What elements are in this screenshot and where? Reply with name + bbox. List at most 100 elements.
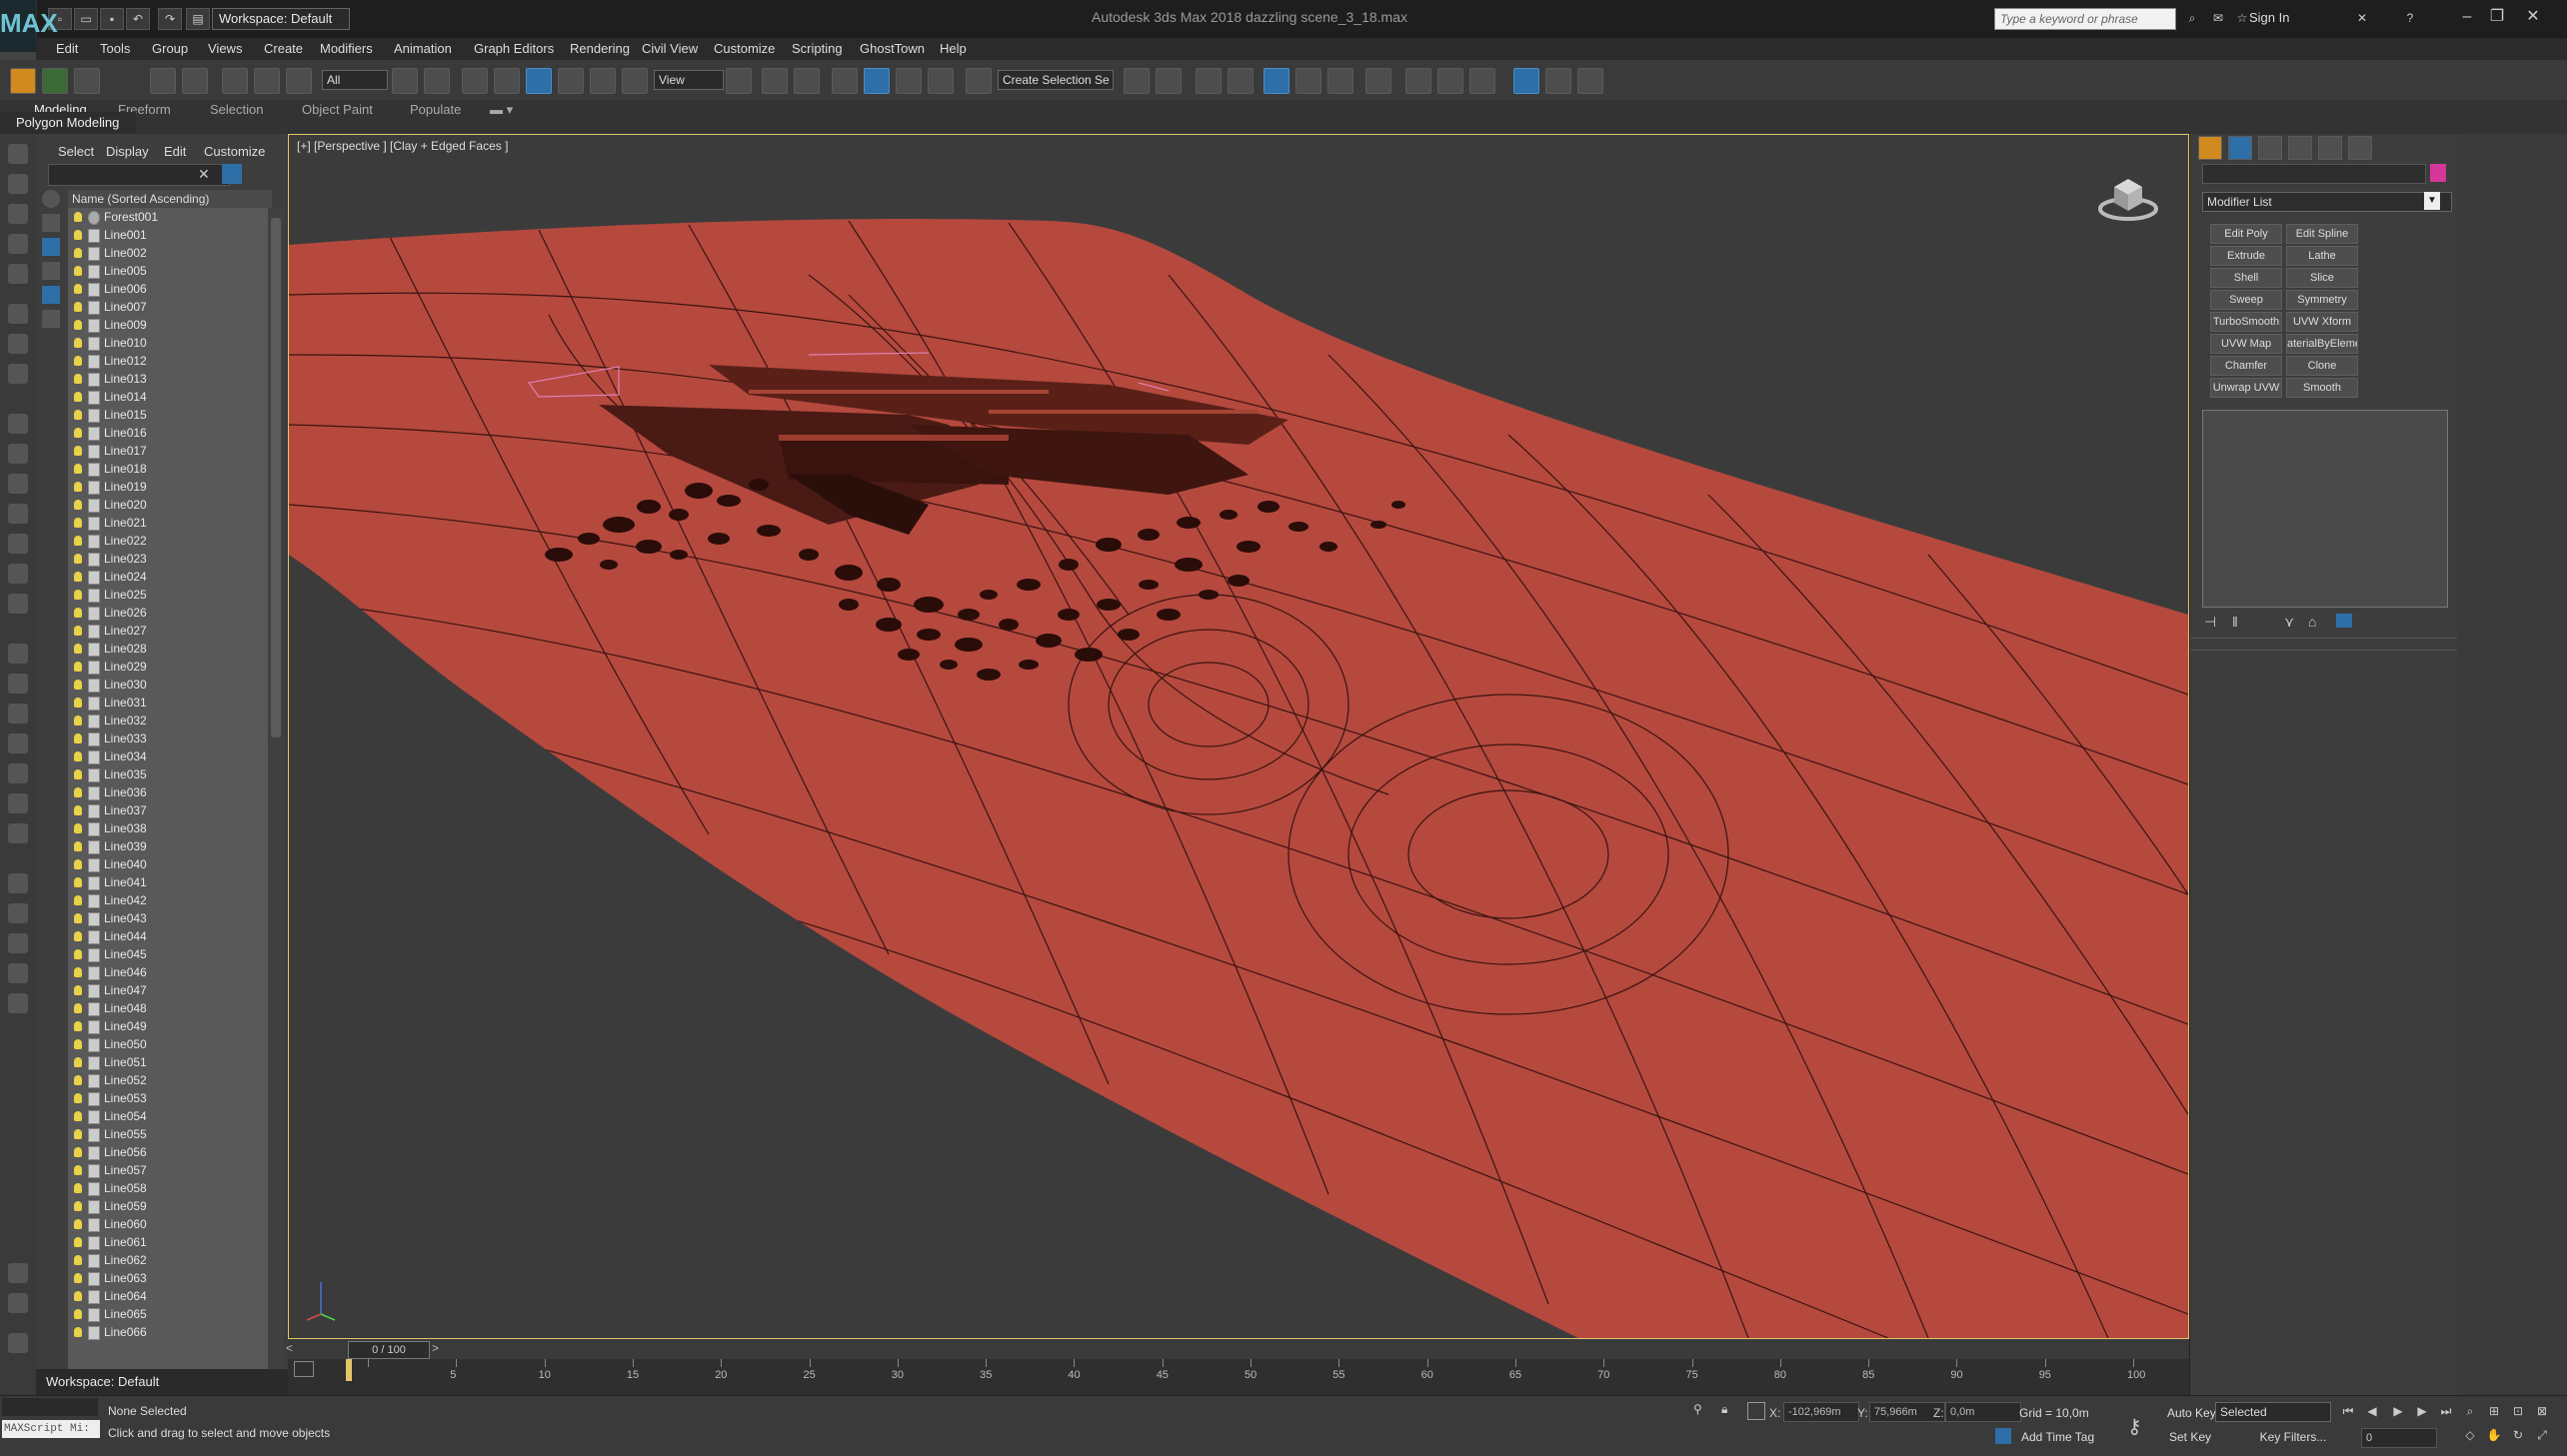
- list-item[interactable]: Line035: [68, 765, 268, 783]
- list-item[interactable]: Line034: [68, 747, 268, 765]
- mod-btn-slice[interactable]: Slice: [2286, 268, 2358, 288]
- window-crossing-icon[interactable]: [494, 68, 520, 94]
- visibility-bulb-icon[interactable]: [74, 266, 82, 276]
- visibility-bulb-icon[interactable]: [74, 698, 82, 708]
- question-icon[interactable]: [8, 993, 28, 1013]
- visibility-bulb-icon[interactable]: [74, 572, 82, 582]
- cameras-icon[interactable]: [8, 234, 28, 254]
- list-item[interactable]: Line044: [68, 927, 268, 945]
- angle-snap-icon[interactable]: [864, 68, 890, 94]
- visibility-bulb-icon[interactable]: [74, 1219, 82, 1229]
- mod-btn-sweep[interactable]: Sweep: [2210, 290, 2282, 310]
- clear-search-icon[interactable]: ✕: [198, 166, 210, 183]
- list-item[interactable]: Line055: [68, 1125, 268, 1143]
- app-logo[interactable]: MAX: [0, 0, 58, 52]
- list-item[interactable]: Line024: [68, 568, 268, 586]
- snaps-toggle-icon[interactable]: [832, 68, 858, 94]
- box-icon[interactable]: [8, 444, 28, 464]
- list-item[interactable]: Line056: [68, 1143, 268, 1161]
- filter-shapes-icon[interactable]: [42, 214, 60, 232]
- list-item[interactable]: Line025: [68, 586, 268, 604]
- selection-filter-dropdown[interactable]: All: [322, 70, 388, 90]
- create-geometry-icon[interactable]: [8, 144, 28, 164]
- viewport-label[interactable]: [+] [Perspective ] [Clay + Edged Faces ]: [297, 139, 508, 153]
- maximize-viewport-icon[interactable]: ⤢: [2533, 1426, 2551, 1444]
- toggle-scene-explorer-icon[interactable]: [1196, 68, 1222, 94]
- list-item[interactable]: Line019: [68, 478, 268, 496]
- particle-icon[interactable]: [8, 644, 28, 664]
- chevron-down-icon[interactable]: ▼: [2424, 192, 2440, 210]
- list-item[interactable]: Line013: [68, 370, 268, 388]
- select-move-icon[interactable]: [526, 68, 552, 94]
- show-end-result-icon[interactable]: ‖: [2232, 614, 2238, 630]
- visibility-bulb-icon[interactable]: [74, 1093, 82, 1103]
- visibility-bulb-icon[interactable]: [74, 500, 82, 510]
- selection-set-dropdown[interactable]: Selected: [2215, 1402, 2331, 1422]
- list-item[interactable]: Line041: [68, 873, 268, 891]
- select-scale-icon[interactable]: [590, 68, 616, 94]
- display-icon[interactable]: [8, 304, 28, 324]
- visibility-bulb-icon[interactable]: [74, 733, 82, 743]
- explorer-menu-display[interactable]: Display: [106, 144, 149, 159]
- teapot-icon[interactable]: [8, 504, 28, 524]
- list-item[interactable]: Line027: [68, 622, 268, 640]
- keyboard-shortcut-icon[interactable]: [794, 68, 820, 94]
- torus-icon[interactable]: [8, 594, 28, 614]
- list-item[interactable]: Line021: [68, 514, 268, 532]
- list-item[interactable]: Line032: [68, 712, 268, 729]
- list-item[interactable]: Line059: [68, 1197, 268, 1215]
- viewcube-icon[interactable]: [2098, 165, 2158, 225]
- help-icon[interactable]: ?: [2399, 8, 2421, 28]
- undo-toolbar-icon[interactable]: [150, 68, 176, 94]
- material-editor-icon[interactable]: [1365, 68, 1391, 94]
- list-item[interactable]: Line006: [68, 280, 268, 298]
- open-file-icon[interactable]: ▭: [74, 8, 98, 30]
- list-item[interactable]: Line020: [68, 496, 268, 514]
- time-prev-icon[interactable]: <: [286, 1341, 293, 1355]
- list-item[interactable]: Line038: [68, 819, 268, 837]
- list-item[interactable]: Line030: [68, 676, 268, 694]
- menu-ghosttown[interactable]: GhostTown: [860, 41, 925, 56]
- visibility-bulb-icon[interactable]: [74, 716, 82, 726]
- visibility-bulb-icon[interactable]: [74, 320, 82, 330]
- mod-btn-uvw-xform[interactable]: UVW Xform: [2286, 312, 2358, 332]
- explorer-scrollbar[interactable]: [268, 208, 284, 1377]
- list-item[interactable]: Line001: [68, 226, 268, 244]
- auto-key-button[interactable]: Auto Key: [2167, 1406, 2216, 1420]
- project-folder-icon[interactable]: ▤: [186, 8, 210, 30]
- list-item[interactable]: Line002: [68, 244, 268, 262]
- absolute-mode-icon[interactable]: [1747, 1402, 1765, 1420]
- list-item[interactable]: Line037: [68, 801, 268, 819]
- go-to-start-icon[interactable]: ⏮: [2339, 1402, 2357, 1420]
- list-item[interactable]: Line033: [68, 729, 268, 747]
- sphere-icon[interactable]: [8, 474, 28, 494]
- play-icon[interactable]: ▶: [2389, 1402, 2407, 1420]
- hierarchy-tab-icon[interactable]: [2258, 136, 2282, 160]
- viewport-layout-icon[interactable]: [8, 1263, 28, 1283]
- list-item[interactable]: Line031: [68, 694, 268, 712]
- restore-button[interactable]: ❐: [2483, 6, 2511, 28]
- plane-icon[interactable]: [8, 414, 28, 434]
- visibility-bulb-icon[interactable]: [74, 877, 82, 887]
- rectangle-region-icon[interactable]: [462, 68, 488, 94]
- visibility-bulb-icon[interactable]: [74, 1201, 82, 1211]
- list-item[interactable]: Line046: [68, 963, 268, 981]
- render-icon[interactable]: [8, 933, 28, 953]
- rendered-frame-window-icon[interactable]: [1437, 68, 1463, 94]
- list-item[interactable]: Line042: [68, 891, 268, 909]
- time-tag-icon[interactable]: [1995, 1428, 2011, 1444]
- visibility-bulb-icon[interactable]: [74, 1021, 82, 1031]
- list-item[interactable]: Line061: [68, 1233, 268, 1251]
- visibility-bulb-icon[interactable]: [74, 608, 82, 618]
- list-item[interactable]: Line015: [68, 406, 268, 424]
- remove-modifier-icon[interactable]: ⌂: [2308, 614, 2316, 630]
- exchange-icon[interactable]: ✕: [2351, 8, 2373, 28]
- time-next-icon[interactable]: >: [432, 1341, 439, 1355]
- list-item[interactable]: Line012: [68, 352, 268, 370]
- visibility-bulb-icon[interactable]: [74, 805, 82, 815]
- sign-in-link[interactable]: Sign In: [2249, 10, 2289, 25]
- menu-group[interactable]: Group: [152, 41, 188, 56]
- render-production-icon[interactable]: [1469, 68, 1495, 94]
- visibility-bulb-icon[interactable]: [74, 392, 82, 402]
- utilities-tab-icon[interactable]: [2348, 136, 2372, 160]
